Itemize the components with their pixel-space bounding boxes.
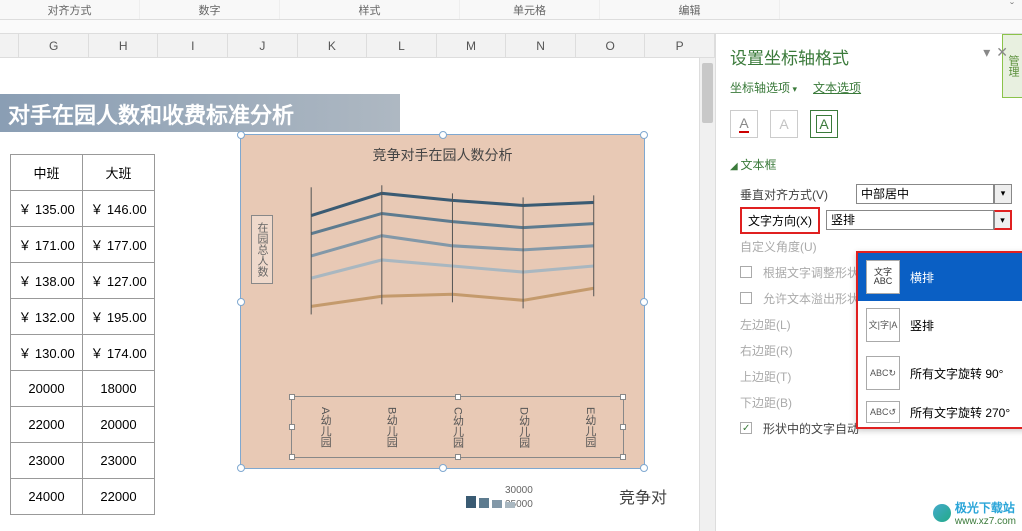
margin-bottom-label: 下边距(B)	[740, 394, 850, 411]
sheet-title-banner: 对手在园人数和收费标准分析	[0, 94, 400, 132]
column-headers: G H I J K L M N O P	[0, 34, 715, 58]
chart-plot-area[interactable]	[291, 171, 624, 361]
cell[interactable]: ￥ 174.00	[83, 335, 155, 371]
cell[interactable]: 22000	[11, 407, 83, 443]
formula-bar[interactable]	[0, 20, 1022, 34]
cell[interactable]: 20000	[11, 371, 83, 407]
small-chart-fragment: 竞争对	[460, 484, 667, 508]
group-cell: 单元格	[460, 0, 600, 19]
col-header[interactable]: H	[89, 34, 159, 58]
col-header[interactable]: O	[576, 34, 646, 58]
chart-y-axis-label[interactable]: 在园总人数	[251, 215, 273, 284]
text-direction-select[interactable]: 竖排▾	[826, 210, 1012, 230]
group-edit: 编辑	[600, 0, 780, 19]
textbox-icon[interactable]: A	[810, 110, 838, 138]
margin-right-label: 右边距(R)	[740, 342, 850, 359]
valign-select[interactable]: 中部居中▾	[856, 184, 1012, 204]
group-style: 样式	[280, 0, 460, 19]
col-header[interactable]: G	[19, 34, 89, 58]
pane-close-icon[interactable]: ✕	[996, 44, 1008, 61]
text-direction-label: 文字方向(X)	[740, 207, 820, 234]
cell[interactable]: 20000	[83, 407, 155, 443]
cell[interactable]: 18000	[83, 371, 155, 407]
watermark-logo-icon	[933, 504, 951, 522]
cell[interactable]: ￥ 132.00	[11, 299, 83, 335]
cell[interactable]: 22000	[83, 479, 155, 515]
direction-option-rotate90[interactable]: ABC↻ 所有文字旋转 90°	[858, 349, 1022, 397]
margin-top-label: 上边距(T)	[740, 368, 850, 385]
col-header[interactable]: I	[158, 34, 228, 58]
cell[interactable]: ￥ 130.00	[11, 335, 83, 371]
table-header[interactable]: 中班	[11, 155, 83, 191]
tab-axis-options[interactable]: 坐标轴选项	[730, 79, 797, 96]
section-textbox[interactable]: 文本框	[716, 148, 1022, 181]
pane-dropdown-icon[interactable]: ▾	[983, 44, 990, 61]
group-number: 数字	[140, 0, 280, 19]
cell[interactable]: ￥ 127.00	[83, 263, 155, 299]
embedded-chart[interactable]: 竞争对手在园人数分析 在园总人数	[240, 134, 645, 469]
col-header[interactable]: L	[367, 34, 437, 58]
ribbon-group-labels: 对齐方式 数字 样式 单元格 编辑 ˇ	[0, 0, 1022, 20]
direction-option-horizontal[interactable]: 文字 ABC 横排	[858, 253, 1022, 301]
tab-text-options[interactable]: 文本选项	[813, 79, 861, 96]
data-table[interactable]: 中班大班 ￥ 135.00￥ 146.00 ￥ 171.00￥ 177.00 ￥…	[10, 154, 155, 515]
cell[interactable]: ￥ 146.00	[83, 191, 155, 227]
worksheet[interactable]: G H I J K L M N O P 对手在园人数和收费标准分析 中班大班 ￥…	[0, 34, 715, 531]
cell[interactable]: ￥ 138.00	[11, 263, 83, 299]
format-axis-pane: 管理 设置坐标轴格式 ▾ ✕ 坐标轴选项 文本选项 A A A 文本框 垂直对齐…	[715, 34, 1022, 531]
x-category: D幼儿园	[516, 407, 532, 448]
x-category: C幼儿园	[449, 407, 465, 448]
cell[interactable]: 23000	[83, 443, 155, 479]
text-fill-icon[interactable]: A	[730, 110, 758, 138]
table-header[interactable]: 大班	[83, 155, 155, 191]
watermark: 极光下载站 www.xz7.com	[933, 499, 1016, 527]
group-alignment: 对齐方式	[0, 0, 140, 19]
valign-label: 垂直对齐方式(V)	[740, 186, 850, 203]
cell[interactable]: ￥ 171.00	[11, 227, 83, 263]
overflow-checkbox	[740, 292, 752, 304]
autofit-checkbox[interactable]	[740, 422, 752, 434]
margin-left-label: 左边距(L)	[740, 316, 850, 333]
chart-title[interactable]: 竞争对手在园人数分析	[241, 135, 644, 171]
col-header[interactable]: N	[506, 34, 576, 58]
cell[interactable]: ￥ 195.00	[83, 299, 155, 335]
text-direction-dropdown[interactable]: 文字 ABC 横排 文|字|A 竖排 ABC↻ 所有文字旋转 90° ABC↺ …	[856, 251, 1022, 429]
col-header[interactable]: J	[228, 34, 298, 58]
cell[interactable]: 23000	[11, 443, 83, 479]
text-effects-icon[interactable]: A	[770, 110, 798, 138]
ribbon-collapse-icon[interactable]: ˇ	[1002, 0, 1022, 19]
direction-option-rotate270[interactable]: ABC↺ 所有文字旋转 270°	[858, 397, 1022, 427]
x-category: E幼儿园	[582, 407, 598, 447]
direction-option-vertical[interactable]: 文|字|A 竖排	[858, 301, 1022, 349]
col-header[interactable]: M	[437, 34, 507, 58]
chart-x-axis-selected[interactable]: A幼儿园 B幼儿园 C幼儿园 D幼儿园 E幼儿园	[291, 396, 624, 458]
col-header[interactable]: P	[645, 34, 715, 58]
cell[interactable]: ￥ 135.00	[11, 191, 83, 227]
custom-angle-label: 自定义角度(U)	[740, 238, 850, 255]
x-category: A幼儿园	[317, 407, 333, 447]
vertical-scrollbar[interactable]	[699, 58, 715, 531]
pane-title: 设置坐标轴格式	[730, 49, 849, 68]
cell[interactable]: ￥ 177.00	[83, 227, 155, 263]
resize-shape-checkbox	[740, 266, 752, 278]
cell[interactable]: 24000	[11, 479, 83, 515]
chart-lines	[291, 171, 624, 361]
col-header[interactable]: K	[298, 34, 368, 58]
x-category: B幼儿园	[383, 407, 399, 447]
